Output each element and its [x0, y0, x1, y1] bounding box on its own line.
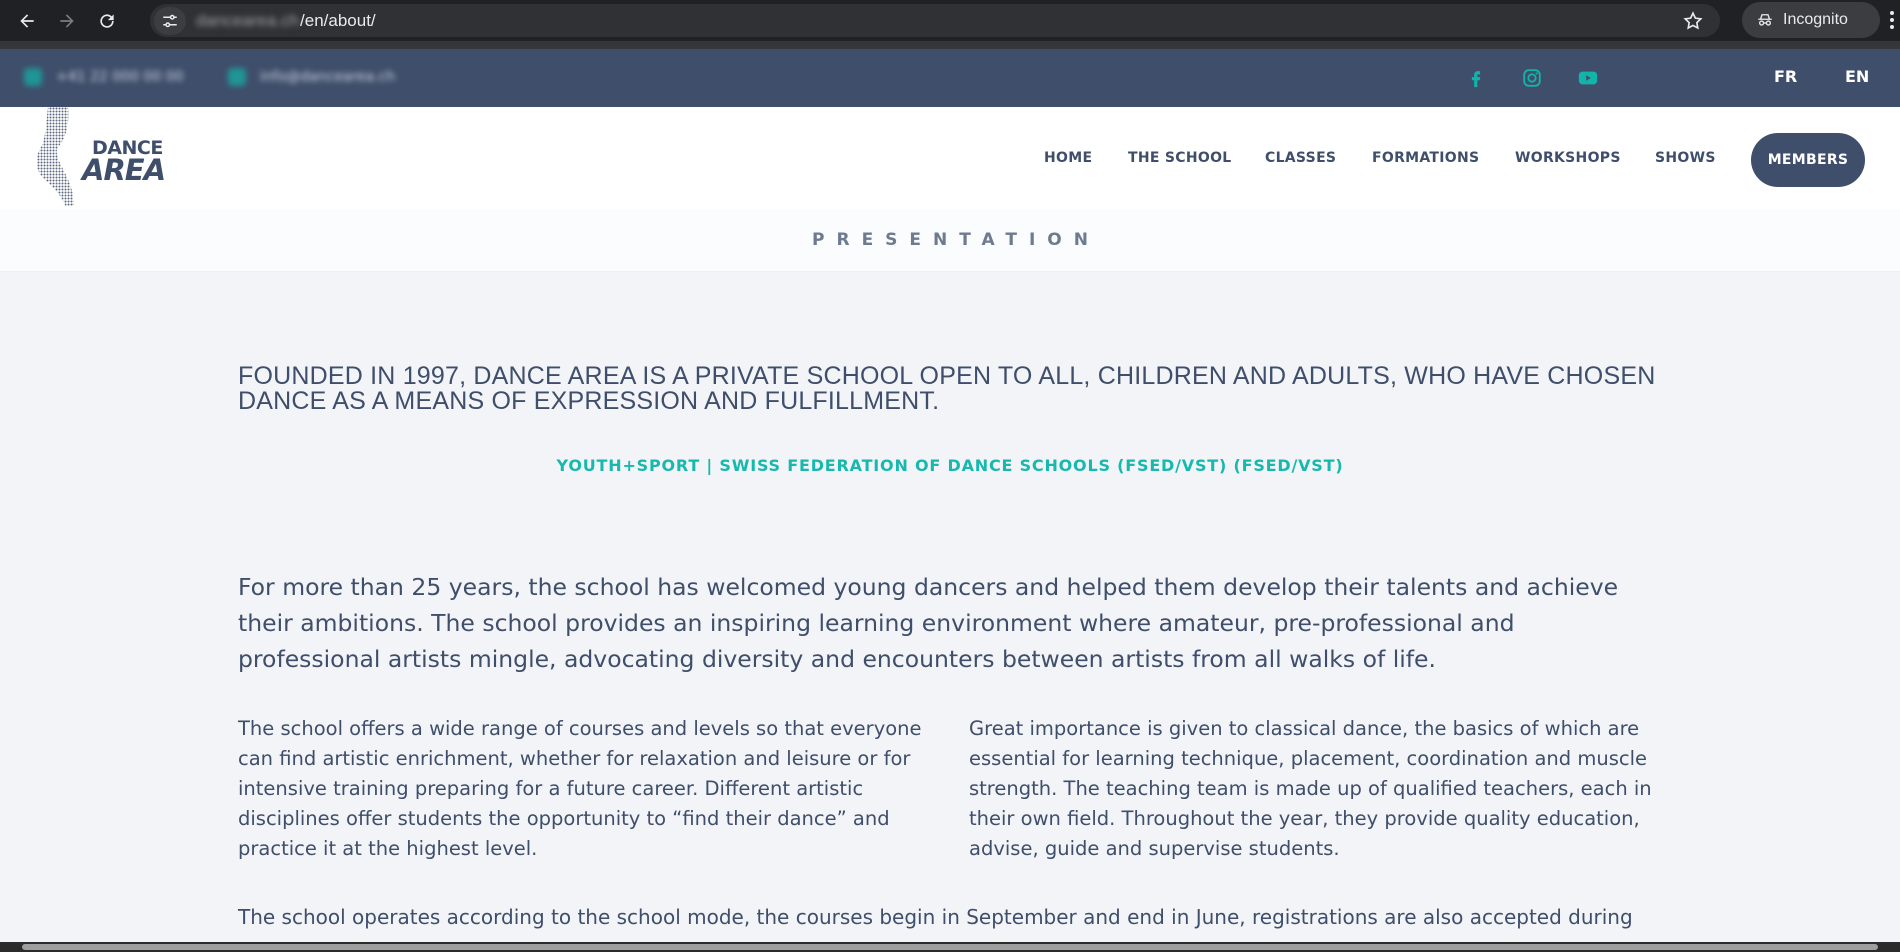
address-bar[interactable]: dancearea.ch /en/about/ [150, 4, 1720, 37]
facebook-icon[interactable] [1465, 67, 1487, 89]
phone-number: +41 22 000 00 00 [56, 69, 184, 85]
nav-workshops[interactable]: WORKSHOPS [1515, 150, 1621, 166]
nav-shows[interactable]: SHOWS [1655, 150, 1716, 166]
url-host: dancearea.ch [196, 10, 300, 30]
scrollbar-thumb[interactable] [22, 944, 1878, 950]
incognito-indicator[interactable]: Incognito [1742, 2, 1880, 38]
lang-fr-link[interactable]: FR [1774, 67, 1797, 86]
arrow-right-icon [60, 13, 74, 28]
arrow-left-icon [20, 13, 34, 28]
members-button[interactable]: MEMBERS [1751, 133, 1865, 187]
logo-text-area: AREA [82, 153, 166, 187]
email-icon [228, 68, 246, 86]
courses-paragraph: The school offers a wide range of course… [238, 717, 922, 860]
reload-icon [100, 13, 114, 28]
url-path: /en/about/ [300, 10, 376, 30]
page-title: PRESENTATION [812, 230, 1100, 250]
site-info-button[interactable] [154, 6, 186, 35]
incognito-icon [1758, 14, 1772, 26]
bookmark-star-icon[interactable] [1682, 10, 1704, 32]
lead-paragraph: For more than 25 years, the school has w… [238, 573, 1619, 673]
youtube-icon[interactable] [1577, 67, 1599, 89]
affiliation-text: YOUTH+SPORT | SWISS FEDERATION OF DANCE … [556, 456, 1344, 475]
nav-formations[interactable]: FORMATIONS [1372, 150, 1479, 166]
top-info-bar: +41 22 000 00 00 info@dancearea.ch FR EN [0, 49, 1900, 107]
site-header: DANCE AREA HOME THE SCHOOL CLASSES FORMA… [0, 107, 1900, 209]
browser-toolbar: dancearea.ch /en/about/ Incognito [0, 0, 1900, 41]
chrome-separator [0, 41, 1900, 49]
school-mode-paragraph: The school operates according to the sch… [238, 905, 1633, 929]
page-title-strip: PRESENTATION [0, 209, 1900, 272]
dance-area-logo[interactable]: DANCE AREA [34, 107, 184, 209]
instagram-icon[interactable] [1521, 67, 1543, 89]
forward-button[interactable] [52, 6, 82, 36]
nav-classes[interactable]: CLASSES [1265, 150, 1336, 166]
tune-icon [163, 14, 177, 27]
email-address: info@dancearea.ch [260, 69, 396, 85]
horizontal-scrollbar[interactable] [0, 942, 1900, 952]
incognito-label: Incognito [1783, 11, 1848, 28]
url-text: dancearea.ch /en/about/ [196, 11, 376, 31]
phone-contact[interactable]: +41 22 000 00 00 [24, 68, 184, 86]
back-button[interactable] [12, 6, 42, 36]
phone-icon [24, 68, 42, 86]
reload-button[interactable] [92, 6, 122, 36]
nav-the-school[interactable]: THE SCHOOL [1128, 150, 1232, 166]
browser-menu-icon[interactable] [1888, 10, 1896, 30]
email-contact[interactable]: info@dancearea.ch [228, 68, 395, 86]
classical-dance-paragraph: Great importance is given to classical d… [969, 717, 1652, 860]
nav-home[interactable]: HOME [1044, 150, 1092, 166]
intro-headline: FOUNDED IN 1997, DANCE AREA IS A PRIVATE… [238, 362, 1656, 415]
lang-en-link[interactable]: EN [1845, 67, 1869, 86]
